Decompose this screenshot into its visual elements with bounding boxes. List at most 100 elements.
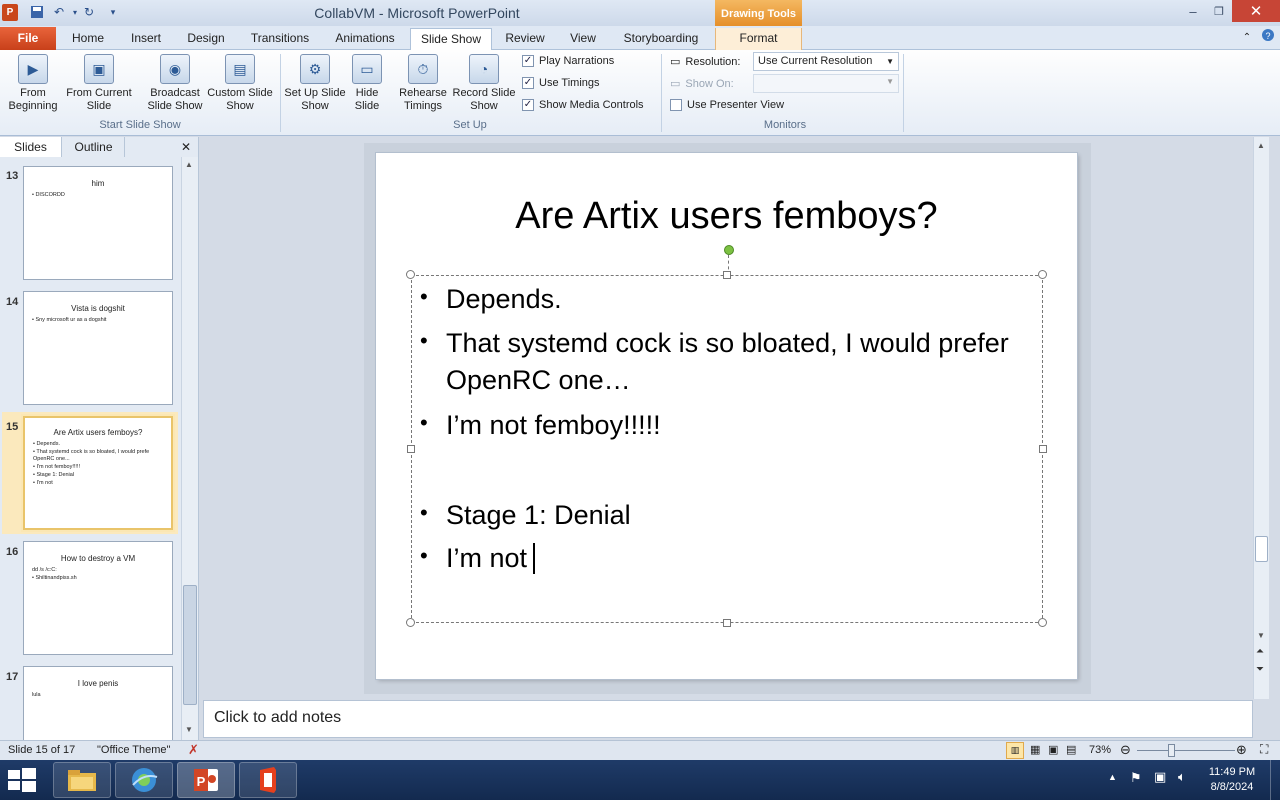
tab-home[interactable]: Home (63, 28, 113, 50)
file-explorer-taskbar-icon[interactable] (53, 762, 111, 798)
minimize-button[interactable]: – (1180, 0, 1206, 22)
tab-file[interactable]: File (0, 27, 56, 50)
tab-animations[interactable]: Animations (327, 28, 403, 50)
normal-view-icon[interactable]: ▥ (1006, 742, 1024, 759)
zoom-out-icon[interactable]: ⊖ (1120, 742, 1131, 758)
resize-handle[interactable] (1038, 618, 1047, 627)
tab-design[interactable]: Design (179, 28, 233, 50)
set-up-slide-show-button[interactable]: ⚙ Set Up Slide Show (284, 52, 346, 113)
powerpoint-taskbar-icon[interactable]: P (177, 762, 235, 798)
slide-thumbnail-17[interactable]: I love penis lula (23, 666, 173, 740)
content-placeholder[interactable]: • Depends. • That systemd cock is so bloat… (411, 275, 1043, 623)
record-slide-show-button[interactable]: ◔ Record Slide Show (450, 52, 518, 113)
notes-pane[interactable]: Click to add notes (203, 700, 1253, 738)
resize-handle[interactable] (407, 445, 415, 453)
office-taskbar-icon[interactable] (239, 762, 297, 798)
tab-view[interactable]: View (560, 28, 606, 50)
tab-storyboarding[interactable]: Storyboarding (614, 28, 708, 50)
broadcast-slide-show-button[interactable]: ◉ Broadcast Slide Show (142, 52, 208, 113)
show-desktop-button[interactable] (1270, 760, 1280, 800)
tab-outline[interactable]: Outline (63, 137, 125, 157)
slide-title[interactable]: Are Artix users femboys? (376, 195, 1077, 238)
close-panel-icon[interactable]: ✕ (178, 137, 194, 157)
tab-transitions[interactable]: Transitions (241, 28, 319, 50)
slide-thumbnail-15[interactable]: Are Artix users femboys? • Depends. • Th… (23, 416, 173, 530)
zoom-slider-track[interactable] (1137, 750, 1235, 751)
hide-slide-icon: ▭ (352, 54, 382, 84)
minimize-ribbon-icon[interactable]: ⌃ (1240, 28, 1254, 50)
previous-slide-icon[interactable]: ⏶ (1256, 647, 1264, 657)
current-slide[interactable]: Are Artix users femboys? • Depends. • That… (376, 153, 1077, 679)
network-icon[interactable]: ▣ (1154, 769, 1166, 785)
zoom-in-icon[interactable]: ⊕ (1236, 742, 1247, 758)
action-center-flag-icon[interactable]: ⚑ (1130, 770, 1142, 786)
slide-thumbnail-14[interactable]: Vista is dogshit • Sny microsoft ur as a… (23, 291, 173, 405)
bullet-item-continuation[interactable]: OpenRC one… (446, 365, 631, 396)
scroll-down-icon[interactable]: ▼ (185, 725, 193, 734)
bullet-item[interactable]: • That systemd cock is so bloated, I woul… (420, 328, 1009, 359)
svg-text:?: ? (1265, 31, 1270, 41)
tab-slide-show[interactable]: Slide Show (410, 28, 492, 51)
slide-counter: Slide 15 of 17 (8, 744, 76, 756)
tab-slides[interactable]: Slides (0, 137, 62, 157)
theme-name[interactable]: "Office Theme" (97, 744, 170, 756)
scroll-down-icon[interactable]: ▼ (1257, 631, 1265, 640)
start-button-icon[interactable] (8, 768, 36, 795)
bullet-item[interactable]: • Stage 1: Denial (420, 500, 631, 531)
bullet-item[interactable]: • I’m not (420, 543, 536, 574)
slide-thumbnail-16[interactable]: How to destroy a VM dd /s /c:C: • Shilti… (23, 541, 173, 655)
rotation-handle[interactable] (724, 245, 734, 255)
show-hidden-icons-icon[interactable]: ▲ (1108, 772, 1117, 782)
resize-handle[interactable] (1039, 445, 1047, 453)
scroll-up-icon[interactable]: ▲ (1257, 141, 1265, 150)
next-slide-icon[interactable]: ⏷ (1256, 665, 1264, 675)
zoom-level[interactable]: 73% (1089, 744, 1111, 756)
hide-slide-button[interactable]: ▭ Hide Slide (346, 52, 388, 113)
play-narrations-checkbox[interactable]: ✓ Play Narrations (522, 55, 614, 67)
reading-view-icon[interactable]: ▣ (1048, 743, 1058, 756)
text-caret (533, 543, 536, 574)
slide-thumbnail-13[interactable]: him • DISCORDD (23, 166, 173, 280)
ribbon-tabs: File Home Insert Design Transitions Anim… (0, 26, 1280, 51)
from-current-slide-button[interactable]: ▣ From Current Slide (64, 52, 134, 113)
use-presenter-view-checkbox[interactable]: Use Presenter View (670, 99, 784, 111)
checkbox-checked-icon: ✓ (522, 55, 534, 67)
help-icon[interactable]: ? (1260, 28, 1276, 50)
slide-show-view-icon[interactable]: ▤ (1066, 743, 1076, 756)
resize-handle[interactable] (723, 619, 731, 627)
use-timings-checkbox[interactable]: ✓ Use Timings (522, 77, 600, 89)
rehearse-timings-button[interactable]: ⏱ Rehearse Timings (396, 52, 450, 113)
resolution-select[interactable]: Use Current Resolution ▼ (753, 52, 899, 71)
scrollbar-thumb[interactable] (1255, 536, 1268, 562)
bullet-item[interactable]: • I’m not femboy!!!!! (420, 410, 661, 441)
scroll-up-icon[interactable]: ▲ (185, 160, 193, 169)
show-media-controls-checkbox[interactable]: ✓ Show Media Controls (522, 99, 644, 111)
bullet-item[interactable]: • Depends. (420, 284, 562, 315)
from-beginning-button[interactable]: ▶ From Beginning (4, 52, 62, 113)
resize-handle[interactable] (406, 270, 415, 279)
status-bar: Slide 15 of 17 "Office Theme" ✗ ▥ ▦ ▣ ▤ … (0, 740, 1280, 760)
spelling-check-icon[interactable]: ✗ (188, 742, 199, 758)
tab-insert[interactable]: Insert (121, 28, 171, 50)
slide-sorter-icon[interactable]: ▦ (1030, 743, 1040, 756)
custom-slide-show-button[interactable]: ▤ Custom Slide Show (206, 52, 274, 113)
resize-handle[interactable] (723, 271, 731, 279)
scrollbar-thumb[interactable] (183, 585, 197, 705)
close-button[interactable]: ✕ (1232, 0, 1280, 22)
tab-format[interactable]: Format (715, 28, 802, 50)
show-on-select[interactable]: ▼ (753, 74, 899, 93)
volume-muted-icon[interactable]: 🔈︎ (1178, 769, 1186, 785)
timer-icon: ⏱ (408, 54, 438, 84)
system-clock[interactable]: 11:49 PM 8/8/2024 (1202, 765, 1262, 795)
record-icon: ◔ (469, 54, 499, 84)
restore-button[interactable]: ❐ (1206, 0, 1232, 22)
tab-review[interactable]: Review (498, 28, 552, 50)
custom-show-icon: ▤ (225, 54, 255, 84)
resize-handle[interactable] (1038, 270, 1047, 279)
zoom-slider-thumb[interactable] (1168, 744, 1175, 757)
resize-handle[interactable] (406, 618, 415, 627)
fit-to-window-icon[interactable]: ⛶ (1260, 742, 1268, 757)
slide-scrollbar[interactable]: ▲ ▼ ⏶ ⏷ (1253, 137, 1269, 699)
browser-taskbar-icon[interactable] (115, 762, 173, 798)
panel-scrollbar[interactable]: ▲ ▼ (181, 157, 198, 740)
